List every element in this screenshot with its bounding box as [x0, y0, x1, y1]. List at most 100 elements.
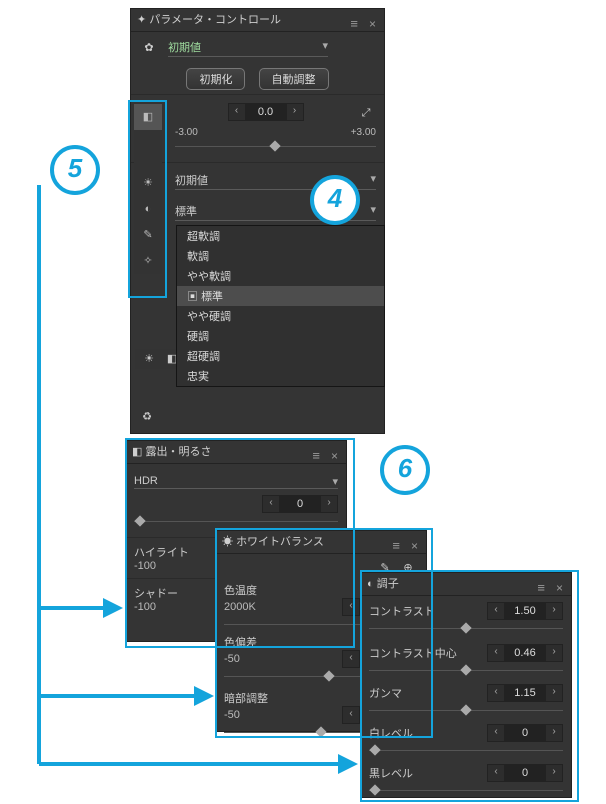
white-label: 白レベル	[369, 725, 413, 741]
contrast-value[interactable]: 1.50	[505, 602, 545, 620]
increment-button[interactable]: ›	[545, 644, 563, 662]
tone-option[interactable]: 忠実	[177, 366, 384, 386]
tone-option[interactable]: やや軟調	[177, 266, 384, 286]
increment-button[interactable]: ›	[545, 724, 563, 742]
black-value[interactable]: 0	[505, 764, 545, 782]
tone-preset-options[interactable]: 超軟調軟調やや軟調 ▣ 標準やや硬調硬調超硬調忠実	[176, 225, 385, 387]
white-spinner[interactable]: ‹ 0 ›	[487, 724, 563, 742]
black-spinner[interactable]: ‹ 0 ›	[487, 764, 563, 782]
gamma-spinner[interactable]: ‹ 1.15 ›	[487, 684, 563, 702]
option-label: 忠実	[187, 371, 209, 383]
panel-title: パラメータ・コントロール	[149, 14, 281, 26]
dark-min: -50	[224, 709, 240, 721]
decrement-button[interactable]: ‹	[487, 684, 505, 702]
chevron-down-icon: ▾	[370, 203, 376, 216]
decrement-button[interactable]: ‹	[228, 103, 246, 121]
option-label: やや軟調	[187, 271, 231, 283]
panel-header: ◐ 調子 ≡ ×	[361, 573, 571, 596]
sun-icon: ☀	[222, 536, 236, 548]
panel-header: ✦ パラメータ・コントロール ≡ ×	[131, 9, 384, 32]
tint-min: -50	[224, 653, 240, 665]
hdr-mode-dropdown[interactable]: HDR ▾	[134, 474, 338, 489]
contrast-spinner[interactable]: ‹ 1.50 ›	[487, 602, 563, 620]
noise-tool-icon[interactable]: ✧	[134, 248, 162, 274]
wb-preset-value: 初期値	[175, 175, 208, 187]
panel-title: 調子	[377, 578, 399, 590]
contrast-icon: ◐	[367, 578, 377, 590]
increment-button[interactable]: ›	[545, 684, 563, 702]
auto-adjust-button[interactable]: 自動調整	[259, 68, 329, 90]
contrast-label: コントラスト	[369, 603, 435, 619]
callout-4: 4	[310, 175, 360, 225]
chevron-down-icon: ▾	[332, 475, 338, 488]
option-label: 超硬調	[187, 351, 220, 363]
preset-gear-icon[interactable]: ✿	[139, 38, 159, 58]
gamma-label: ガンマ	[369, 685, 402, 701]
decrement-button[interactable]: ‹	[342, 706, 360, 724]
contrast-slider[interactable]	[369, 624, 563, 634]
center-label: コントラスト中心	[369, 645, 457, 661]
white-value[interactable]: 0	[505, 724, 545, 742]
small-tool-1[interactable]: ☀	[139, 349, 159, 369]
panel-title: ホワイトバランス	[236, 536, 324, 548]
preset-dropdown[interactable]: 初期値 ▾	[168, 38, 328, 57]
option-label: 標準	[201, 291, 223, 303]
center-spinner[interactable]: ‹ 0.46 ›	[487, 644, 563, 662]
increment-button[interactable]: ›	[320, 495, 338, 513]
gamma-value[interactable]: 1.15	[505, 684, 545, 702]
exposure-slider[interactable]	[175, 142, 376, 152]
auto-exposure-icon[interactable]: ⤢	[356, 103, 376, 123]
tone-option[interactable]: 超軟調	[177, 226, 384, 246]
black-label: 黒レベル	[369, 765, 413, 781]
exposure-max: +3.00	[351, 127, 376, 138]
decrement-button[interactable]: ‹	[487, 602, 505, 620]
tone-preset-value: 標準	[175, 206, 197, 218]
tone-option[interactable]: 超硬調	[177, 346, 384, 366]
decrement-button[interactable]: ‹	[342, 598, 360, 616]
hdr-amount-value[interactable]: 0	[280, 495, 320, 513]
tone-option[interactable]: ▣ 標準	[177, 286, 384, 306]
exposure-icon: ◧	[132, 446, 145, 458]
panel-title: 露出・明るさ	[145, 446, 211, 458]
preset-value: 初期値	[168, 42, 201, 54]
sharpen-tool-icon[interactable]: ✎	[134, 222, 162, 248]
exposure-value[interactable]: 0.0	[246, 103, 286, 121]
option-label: 超軟調	[187, 231, 220, 243]
reset-button[interactable]: 初期化	[186, 68, 245, 90]
callout-6: 6	[380, 445, 430, 495]
decrement-button[interactable]: ‹	[487, 764, 505, 782]
exposure-spinner[interactable]: ‹ 0.0 ›	[228, 103, 304, 121]
increment-button[interactable]: ›	[286, 103, 304, 121]
panel-header: ☀ ホワイトバランス ≡ ×	[216, 531, 426, 554]
hdr-amount-spinner[interactable]: ‹ 0 ›	[262, 495, 338, 513]
tone-option[interactable]: 軟調	[177, 246, 384, 266]
white-slider[interactable]	[369, 746, 563, 756]
gamma-slider[interactable]	[369, 706, 563, 716]
increment-button[interactable]: ›	[545, 602, 563, 620]
tone-option[interactable]: やや硬調	[177, 306, 384, 326]
center-slider[interactable]	[369, 666, 563, 676]
chevron-down-icon: ▾	[370, 172, 376, 185]
option-label: やや硬調	[187, 311, 231, 323]
hdr-slider[interactable]	[134, 517, 338, 527]
decrement-button[interactable]: ‹	[262, 495, 280, 513]
panel-header: ◧ 露出・明るさ ≡ ×	[126, 441, 346, 464]
chevron-down-icon: ▾	[323, 39, 329, 52]
panel-icon: ✦	[137, 14, 149, 26]
recycle-icon[interactable]: ♻	[137, 407, 157, 427]
decrement-button[interactable]: ‹	[487, 644, 505, 662]
center-value[interactable]: 0.46	[505, 644, 545, 662]
decrement-button[interactable]: ‹	[487, 724, 505, 742]
black-slider[interactable]	[369, 786, 563, 796]
exposure-min: -3.00	[175, 127, 198, 138]
decrement-button[interactable]: ‹	[342, 650, 360, 668]
tone-option[interactable]: 硬調	[177, 326, 384, 346]
option-label: 軟調	[187, 251, 209, 263]
tone-panel: ◐ 調子 ≡ × コントラスト ‹ 1.50 › コントラスト中心 ‹ 0.46…	[360, 572, 572, 798]
callout-5: 5	[50, 145, 100, 195]
increment-button[interactable]: ›	[545, 764, 563, 782]
temp-min: 2000K	[224, 601, 256, 613]
option-label: 硬調	[187, 331, 209, 343]
check-icon: ▣	[187, 291, 201, 303]
hdr-mode-value: HDR	[134, 475, 158, 487]
